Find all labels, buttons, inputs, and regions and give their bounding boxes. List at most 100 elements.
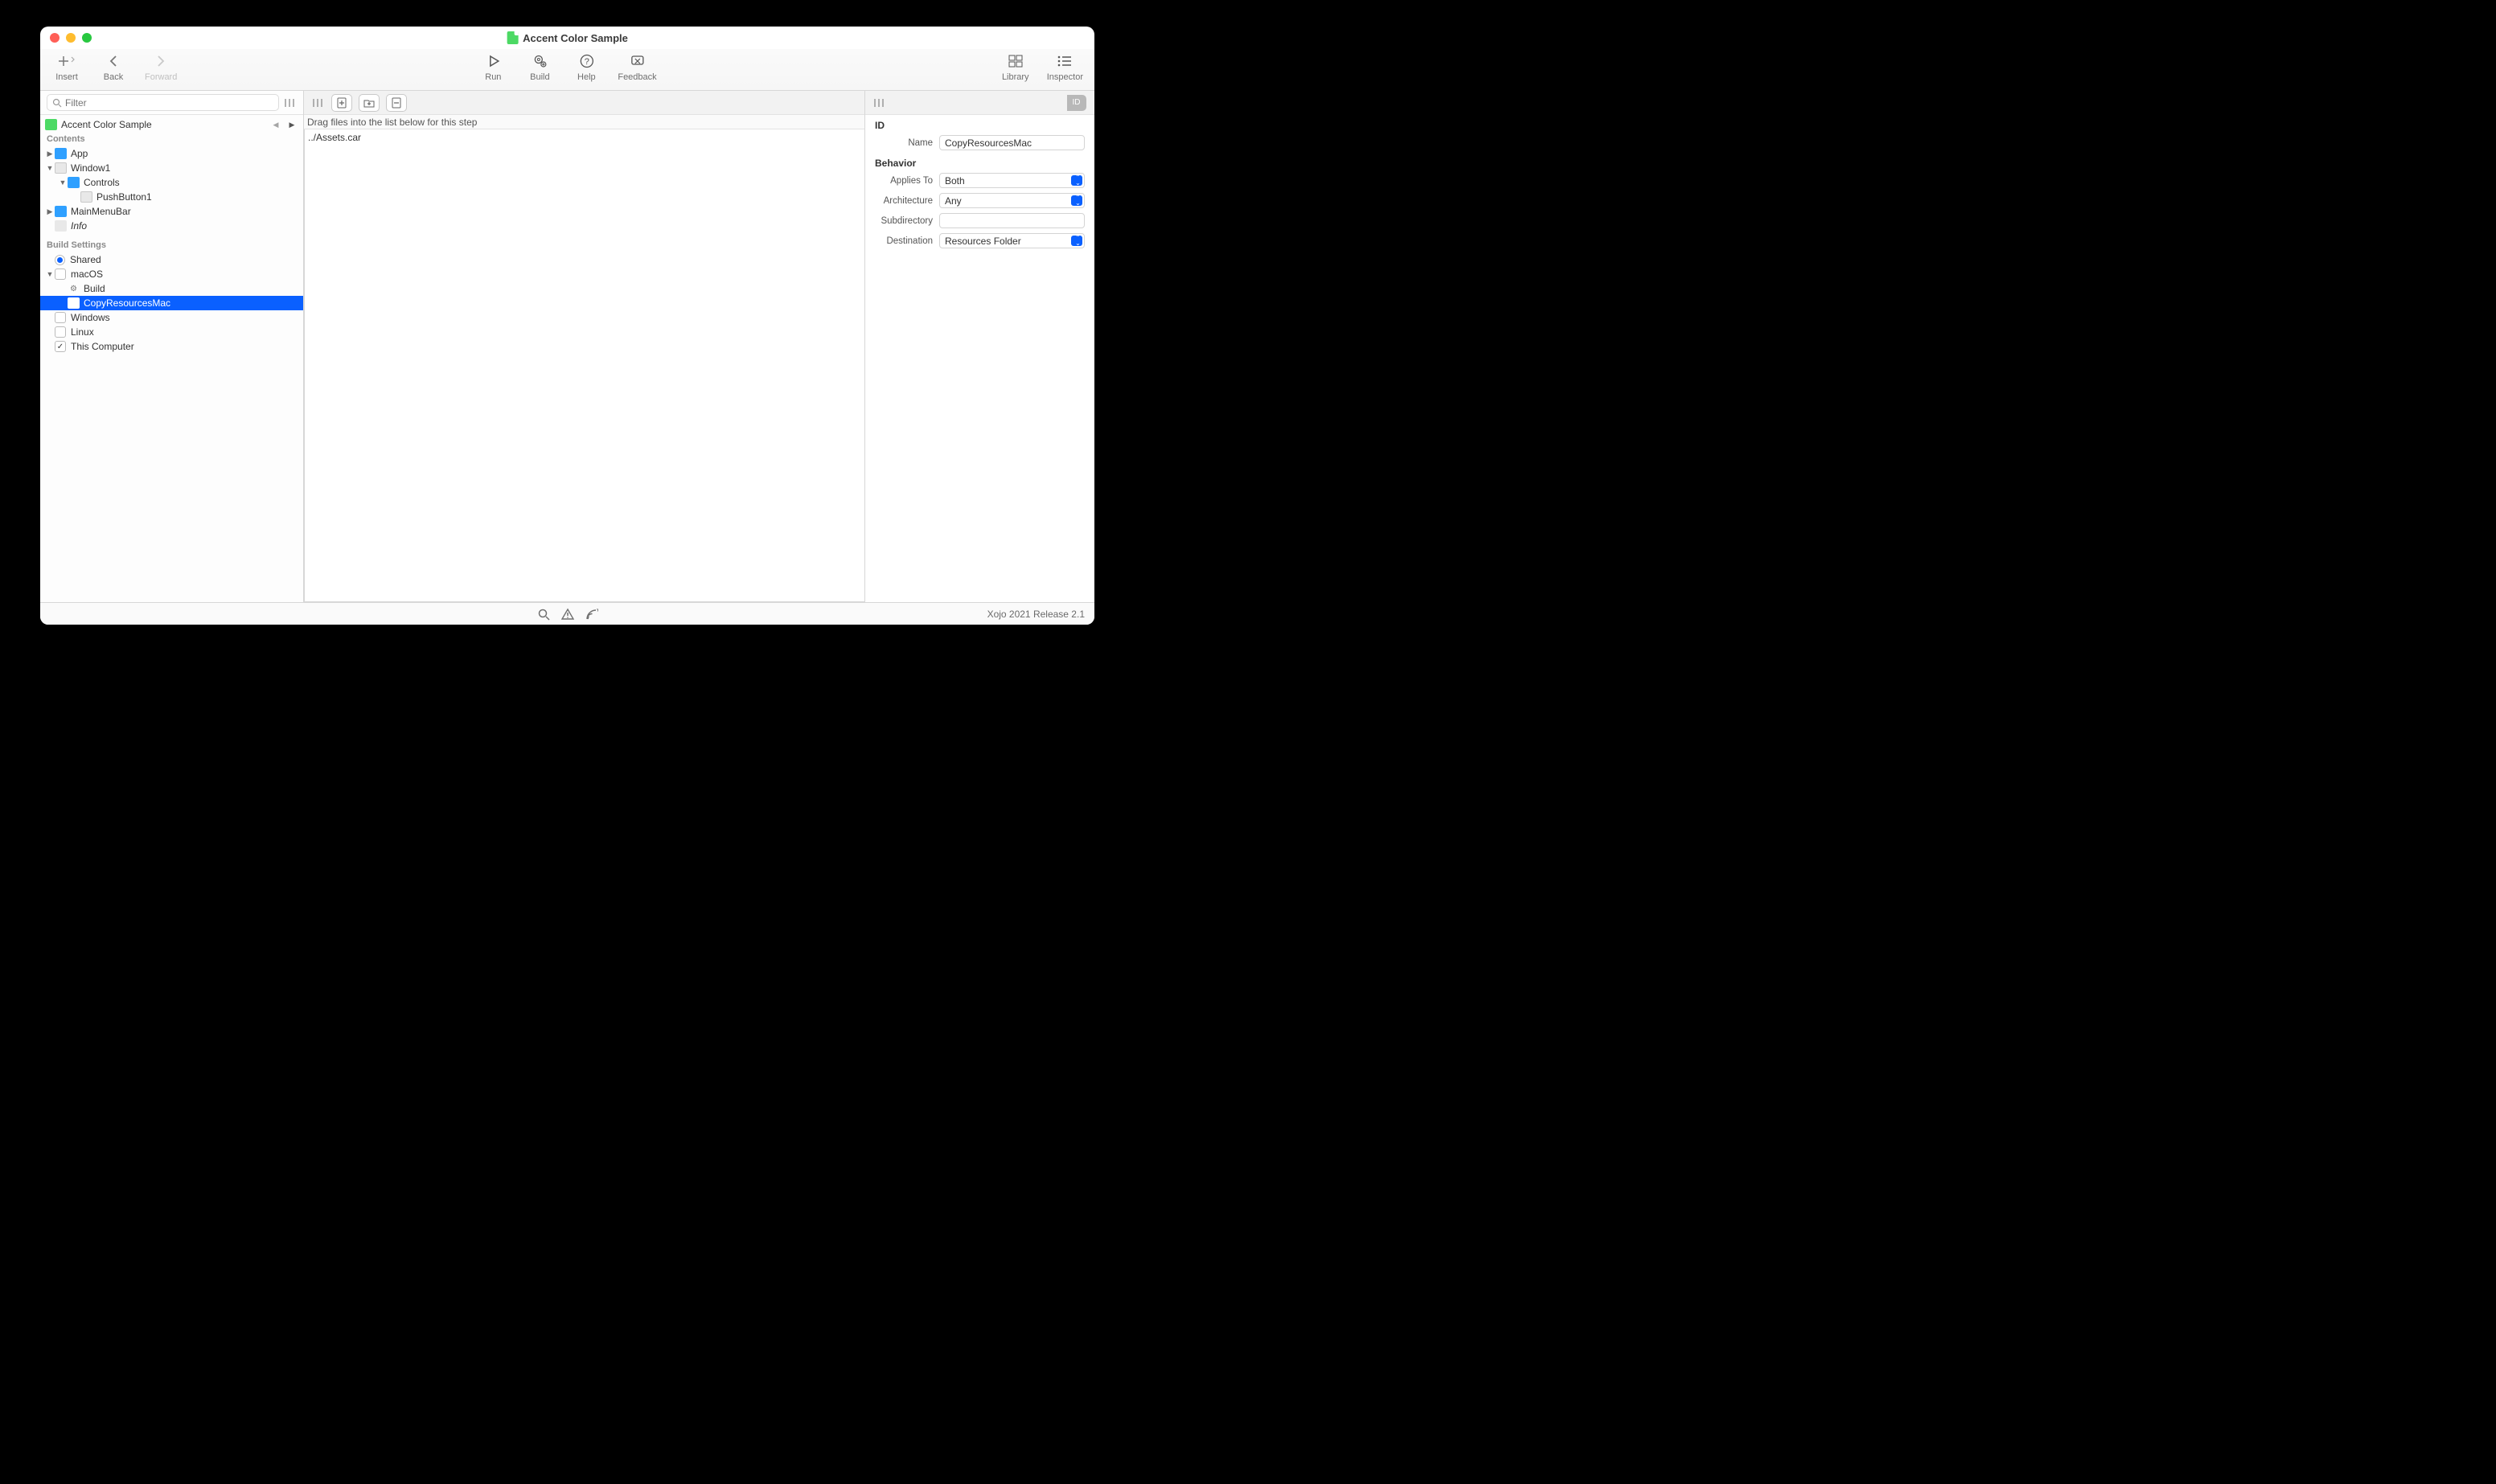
project-row[interactable]: Accent Color Sample ◀ ▶ [40,117,303,132]
remove-file-button[interactable] [386,94,407,112]
tree-item-controls[interactable]: ▼Controls [40,175,303,190]
tree-item-info[interactable]: Info [40,219,303,233]
checkbox-checked-icon[interactable]: ✓ [55,341,66,352]
library-label: Library [1002,72,1029,82]
help-label: Help [577,72,596,82]
inspector-tab-id[interactable]: ID [1067,95,1086,111]
inspector-section-id: ID [865,115,1094,133]
app-window: Accent Color Sample Insert Back Fo [40,27,1094,625]
history-back-icon[interactable]: ◀ [271,121,281,129]
traffic-lights [50,33,92,43]
inspector-row-architecture: Architecture Any [865,191,1094,211]
filter-search[interactable] [47,94,279,111]
build-button[interactable]: Build [524,52,555,82]
help-button[interactable]: ? Help [571,52,601,82]
inspector-panel: ID ID Name CopyResourcesMac Behavior App… [865,91,1094,602]
disclosure-icon[interactable]: ▼ [58,178,68,187]
search-icon [52,98,62,108]
destination-label: Destination [875,236,933,246]
disclosure-icon[interactable]: ▶ [45,207,55,216]
add-folder-button[interactable] [359,94,380,112]
inspector-row-name: Name CopyResourcesMac [865,133,1094,153]
back-button[interactable]: Back [98,52,129,82]
name-field[interactable]: CopyResourcesMac [939,135,1085,150]
project-name: Accent Color Sample [61,119,152,130]
architecture-select[interactable]: Any [939,193,1085,208]
tree-item-windows[interactable]: Windows [40,310,303,325]
inspector-label: Inspector [1047,72,1083,82]
content-area: Accent Color Sample ◀ ▶ Contents ▶App ▼W… [40,91,1094,602]
warning-icon[interactable] [561,608,574,621]
insert-label: Insert [55,72,78,82]
destination-select[interactable]: Resources Folder [939,233,1085,248]
gear-icon [531,52,548,70]
applies-to-select[interactable]: Both [939,173,1085,188]
inspector-button[interactable]: Inspector [1047,52,1083,82]
status-bar: ★ Xojo 2021 Release 2.1 [40,602,1094,625]
window-title: Accent Color Sample [507,31,628,44]
info-icon [55,220,67,232]
applies-to-label: Applies To [875,176,933,186]
disclosure-icon[interactable]: ▼ [45,270,55,278]
tree-item-mainmenubar[interactable]: ▶MainMenuBar [40,204,303,219]
gear-icon: ⚙ [68,283,80,294]
subdirectory-label: Subdirectory [875,216,933,226]
tree-item-linux[interactable]: Linux [40,325,303,339]
button-icon [80,191,92,203]
radio-on-icon [55,255,65,265]
drag-hint: Drag files into the list below for this … [304,115,864,129]
inspector-row-applies-to: Applies To Both [865,170,1094,191]
checkbox-icon[interactable] [55,269,66,280]
toolbar: Insert Back Forward Run [40,49,1094,91]
tree-item-macos[interactable]: ▼macOS [40,267,303,281]
project-icon [45,119,57,130]
architecture-label: Architecture [875,196,933,206]
subdirectory-field[interactable] [939,213,1085,228]
history-forward-icon[interactable]: ▶ [287,121,297,129]
window-icon [55,162,67,174]
controls-icon [68,177,80,188]
app-icon [55,148,67,159]
disclosure-icon[interactable]: ▶ [45,150,55,158]
minimize-button[interactable] [66,33,76,43]
insert-button[interactable]: Insert [51,52,82,82]
run-label: Run [485,72,501,82]
menubar-icon [55,206,67,217]
library-button[interactable]: Library [1000,52,1031,82]
svg-text:★: ★ [596,608,598,613]
add-file-button[interactable] [331,94,352,112]
forward-label: Forward [145,72,177,82]
tree-item-build-step[interactable]: ⚙Build [40,281,303,296]
checkbox-icon[interactable] [55,312,66,323]
feedback-icon [629,52,647,70]
columns-icon[interactable] [312,98,325,108]
close-button[interactable] [50,33,60,43]
tree-item-shared[interactable]: Shared [40,252,303,267]
navigator-sidebar: Accent Color Sample ◀ ▶ Contents ▶App ▼W… [40,91,304,602]
filter-input[interactable] [65,97,273,109]
tree-item-app[interactable]: ▶App [40,146,303,161]
tree-item-window1[interactable]: ▼Window1 [40,161,303,175]
navigator-tree: Accent Color Sample ◀ ▶ Contents ▶App ▼W… [40,115,303,602]
contents-section: Contents [40,132,303,146]
file-list[interactable]: ../Assets.car [304,129,864,602]
tree-item-copy-resources[interactable]: CopyResourcesMac [40,296,303,310]
search-icon[interactable] [537,608,550,621]
window-title-text: Accent Color Sample [523,32,628,44]
tree-item-pushbutton1[interactable]: PushButton1 [40,190,303,204]
columns-icon[interactable] [873,98,886,108]
maximize-button[interactable] [82,33,92,43]
version-label: Xojo 2021 Release 2.1 [987,609,1085,620]
disclosure-icon[interactable]: ▼ [45,164,55,172]
forward-button[interactable]: Forward [145,52,177,82]
signal-icon[interactable]: ★ [585,608,598,621]
file-item[interactable]: ../Assets.car [308,131,861,144]
feedback-button[interactable]: Feedback [618,52,656,82]
columns-icon[interactable] [284,98,297,108]
run-button[interactable]: Run [478,52,508,82]
tree-item-this-computer[interactable]: ✓This Computer [40,339,303,354]
copy-step-icon [68,297,80,309]
inspector-row-subdirectory: Subdirectory [865,211,1094,231]
checkbox-icon[interactable] [55,326,66,338]
filter-bar [40,91,303,115]
